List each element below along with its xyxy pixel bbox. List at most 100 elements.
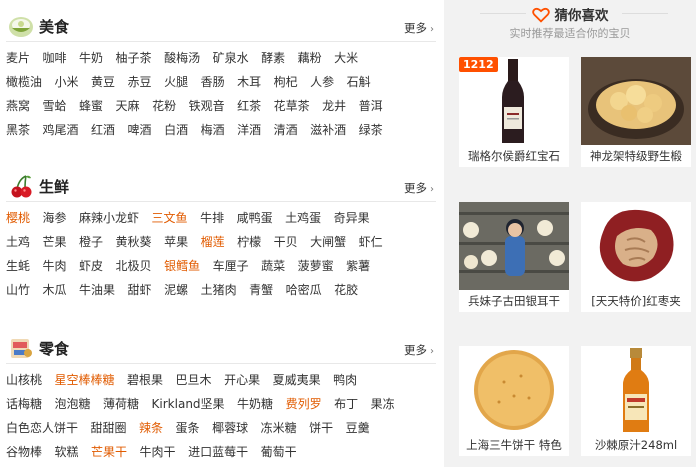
more-link[interactable]: 更多 › [404,20,434,36]
keyword-link[interactable]: 牛奶 [79,46,103,70]
keyword-link[interactable]: 香肠 [201,70,225,94]
keyword-link[interactable]: 蜂蜜 [79,94,103,118]
keyword-link[interactable]: 哈密瓜 [286,278,322,302]
keyword-link[interactable]: 车厘子 [213,254,249,278]
keyword-link[interactable]: 辣条 [139,416,163,440]
keyword-link[interactable]: 柚子茶 [116,46,152,70]
keyword-link[interactable]: 普洱 [359,94,383,118]
keyword-link[interactable]: 咸鸭蛋 [237,206,273,230]
keyword-link[interactable]: 泡泡糖 [55,392,91,416]
keyword-link[interactable]: 甜甜圈 [91,416,127,440]
keyword-link[interactable]: 饼干 [309,416,333,440]
product-card[interactable]: 神龙架特级野生椴 [581,57,691,167]
keyword-link[interactable]: 开心果 [224,368,260,392]
keyword-link[interactable]: 绿茶 [359,118,383,142]
keyword-link[interactable]: 牛肉干 [140,440,176,464]
keyword-link[interactable]: 雪蛤 [43,94,67,118]
keyword-link[interactable]: 燕窝 [6,94,30,118]
keyword-link[interactable]: 费列罗 [286,392,322,416]
keyword-link[interactable]: 蔬菜 [261,254,285,278]
keyword-link[interactable]: 小米 [55,70,79,94]
product-card[interactable]: 上海三牛饼干 特色 [459,346,569,456]
keyword-link[interactable]: 橄榄油 [6,70,42,94]
keyword-link[interactable]: 樱桃 [6,206,30,230]
keyword-link[interactable]: 夏威夷果 [273,368,321,392]
keyword-link[interactable]: 牛排 [200,206,224,230]
keyword-link[interactable]: 软糕 [55,440,79,464]
keyword-link[interactable]: 土猪肉 [201,278,237,302]
keyword-link[interactable]: 滋补酒 [310,118,346,142]
product-card[interactable]: 兵妹子古田银耳干 [459,202,569,312]
keyword-link[interactable]: 橙子 [79,230,103,254]
keyword-link[interactable]: 花草茶 [274,94,310,118]
more-link[interactable]: 更多 › [404,180,434,196]
keyword-link[interactable]: 甜虾 [128,278,152,302]
keyword-link[interactable]: 冻米糖 [261,416,297,440]
keyword-link[interactable]: 天麻 [116,94,140,118]
keyword-link[interactable]: Kirkland坚果 [152,392,225,416]
keyword-link[interactable]: 山竹 [6,278,30,302]
keyword-link[interactable]: 咖啡 [43,46,67,70]
more-link[interactable]: 更多 › [404,342,434,358]
keyword-link[interactable]: 木瓜 [43,278,67,302]
keyword-link[interactable]: 巴旦木 [176,368,212,392]
keyword-link[interactable]: 大闸蟹 [310,230,346,254]
keyword-link[interactable]: 葡萄干 [261,440,297,464]
keyword-link[interactable]: 红茶 [237,94,261,118]
keyword-link[interactable]: 藕粉 [298,46,322,70]
keyword-link[interactable]: 蛋条 [176,416,200,440]
keyword-link[interactable]: 生蚝 [6,254,30,278]
keyword-link[interactable]: 酸梅汤 [164,46,200,70]
keyword-link[interactable]: 进口蓝莓干 [188,440,248,464]
product-card[interactable]: [天天特价]红枣夹 [581,202,691,312]
product-card[interactable]: 1212 瑞格尔侯爵红宝石 [459,57,569,167]
keyword-link[interactable]: 北极贝 [116,254,152,278]
keyword-link[interactable]: 火腿 [164,70,188,94]
keyword-link[interactable]: 土鸡蛋 [285,206,321,230]
keyword-link[interactable]: 海参 [43,206,67,230]
keyword-link[interactable]: 碧根果 [127,368,163,392]
keyword-link[interactable]: 啤酒 [128,118,152,142]
keyword-link[interactable]: 矿泉水 [213,46,249,70]
keyword-link[interactable]: 虾皮 [79,254,103,278]
keyword-link[interactable]: 星空棒棒糖 [55,368,115,392]
keyword-link[interactable]: 红酒 [91,118,115,142]
keyword-link[interactable]: 人参 [310,70,334,94]
keyword-link[interactable]: 椰蓉球 [212,416,248,440]
keyword-link[interactable]: 柠檬 [237,230,261,254]
product-card[interactable]: 沙棘原汁248ml [581,346,691,456]
keyword-link[interactable]: 土鸡 [6,230,30,254]
keyword-link[interactable]: 豆羹 [346,416,370,440]
keyword-link[interactable]: 麦片 [6,46,30,70]
keyword-link[interactable]: 石斛 [347,70,371,94]
keyword-link[interactable]: 龙井 [322,94,346,118]
keyword-link[interactable]: 梅酒 [201,118,225,142]
keyword-link[interactable]: 谷物棒 [6,440,42,464]
keyword-link[interactable]: 黄豆 [91,70,115,94]
keyword-link[interactable]: 榴莲 [201,230,225,254]
keyword-link[interactable]: 白酒 [164,118,188,142]
keyword-link[interactable]: 赤豆 [128,70,152,94]
keyword-link[interactable]: 山核桃 [6,368,42,392]
keyword-link[interactable]: 黄秋葵 [116,230,152,254]
keyword-link[interactable]: 洋酒 [237,118,261,142]
keyword-link[interactable]: 奇异果 [334,206,370,230]
keyword-link[interactable]: 泥螺 [164,278,188,302]
keyword-link[interactable]: 布丁 [334,392,358,416]
keyword-link[interactable]: 鸭肉 [333,368,357,392]
keyword-link[interactable]: 紫薯 [346,254,370,278]
keyword-link[interactable]: 清酒 [274,118,298,142]
keyword-link[interactable]: 苹果 [164,230,188,254]
keyword-link[interactable]: 白色恋人饼干 [6,416,78,440]
keyword-link[interactable]: 花粉 [152,94,176,118]
keyword-link[interactable]: 枸杞 [274,70,298,94]
keyword-link[interactable]: 芒果 [43,230,67,254]
keyword-link[interactable]: 银鳕鱼 [164,254,200,278]
keyword-link[interactable]: 牛油果 [79,278,115,302]
keyword-link[interactable]: 三文鱼 [152,206,188,230]
keyword-link[interactable]: 薄荷糖 [103,392,139,416]
keyword-link[interactable]: 菠萝蜜 [298,254,334,278]
keyword-link[interactable]: 木耳 [237,70,261,94]
keyword-link[interactable]: 芒果干 [91,440,127,464]
keyword-link[interactable]: 虾仁 [359,230,383,254]
